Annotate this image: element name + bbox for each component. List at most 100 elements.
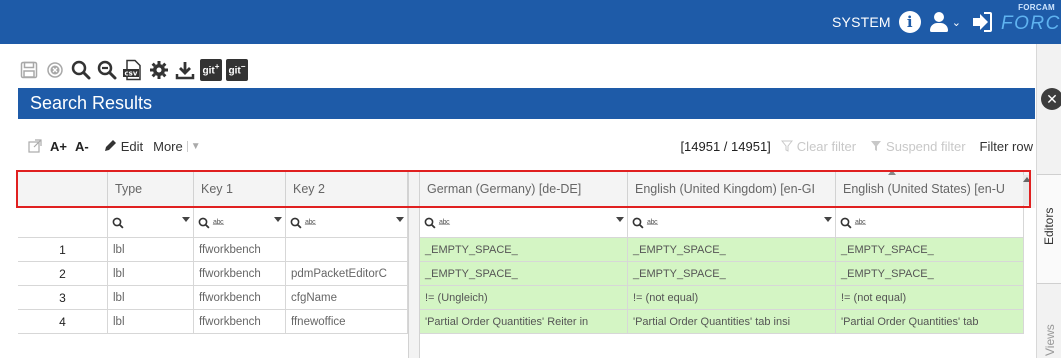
filter-cell-de[interactable]: a̲b̲c̲ bbox=[420, 208, 628, 238]
edit-button[interactable]: Edit bbox=[103, 139, 143, 154]
cell-en-gb[interactable]: _EMPTY_SPACE_ bbox=[628, 238, 836, 262]
download-icon[interactable] bbox=[172, 57, 198, 83]
cell-key1[interactable]: ffworkbench bbox=[194, 238, 286, 262]
cell-type[interactable]: lbl bbox=[108, 310, 194, 334]
results-grid: Type Key 1 Key 2 German (Germany) [de-DE… bbox=[18, 170, 1035, 358]
cell-key2[interactable]: ffnewoffice bbox=[286, 310, 408, 334]
search-results-header: Search Results bbox=[18, 88, 1035, 119]
chevron-down-icon[interactable]: ⌄ bbox=[952, 16, 961, 29]
search-icon bbox=[424, 217, 436, 229]
column-header-row-number[interactable] bbox=[18, 170, 108, 208]
cell-de[interactable]: 'Partial Order Quantities' Reiter in bbox=[420, 310, 628, 334]
column-header-de[interactable]: German (Germany) [de-DE] bbox=[420, 170, 628, 208]
cell-key1[interactable]: ffworkbench bbox=[194, 286, 286, 310]
cell-type[interactable]: lbl bbox=[108, 262, 194, 286]
filter-cell-type[interactable] bbox=[108, 208, 194, 238]
git-icon[interactable]: git− bbox=[224, 57, 250, 83]
filter-icon bbox=[871, 141, 882, 151]
cell-type[interactable]: lbl bbox=[108, 286, 194, 310]
cell-key2[interactable] bbox=[286, 238, 408, 262]
filter-cell-empty bbox=[18, 208, 108, 238]
search-minus-icon[interactable] bbox=[94, 57, 120, 83]
chevron-down-icon[interactable] bbox=[182, 217, 190, 222]
table-row[interactable]: 3 lbl ffworkbench cfgName != (Ungleich) … bbox=[18, 286, 1035, 310]
search-icon[interactable] bbox=[68, 57, 94, 83]
table-row[interactable]: 1 lbl ffworkbench _EMPTY_SPACE_ _EMPTY_S… bbox=[18, 238, 1035, 262]
logo-main-text: FORCE bbox=[1001, 13, 1061, 34]
cell-de[interactable]: _EMPTY_SPACE_ bbox=[420, 238, 628, 262]
filter-row-toggle[interactable]: Filter row bbox=[980, 139, 1033, 154]
more-dropdown-icon[interactable]: ▼ bbox=[186, 140, 201, 152]
close-icon[interactable]: ✕ bbox=[1041, 88, 1061, 110]
search-icon bbox=[290, 217, 302, 229]
info-icon[interactable]: i bbox=[898, 11, 921, 33]
scroll-up-icon[interactable] bbox=[1023, 177, 1031, 182]
cell-en-us[interactable]: != (not equal) bbox=[836, 286, 1024, 310]
tab-editors-label: Editors bbox=[1042, 207, 1056, 245]
column-header-type[interactable]: Type bbox=[108, 170, 194, 208]
font-decrease-button[interactable]: A- bbox=[75, 139, 89, 154]
filter-cell-key2[interactable]: a̲b̲c̲ bbox=[286, 208, 408, 238]
suspend-filter-button[interactable]: Suspend filter bbox=[870, 139, 966, 154]
cell-key2[interactable]: pdmPacketEditorC bbox=[286, 262, 408, 286]
main-toolbar: csv git+ git− bbox=[16, 56, 250, 84]
git-label: git bbox=[228, 65, 241, 77]
git-add-icon[interactable]: git+ bbox=[198, 57, 224, 83]
tab-editors[interactable]: Editors bbox=[1037, 174, 1061, 284]
cell-en-us[interactable]: _EMPTY_SPACE_ bbox=[836, 262, 1024, 286]
row-number: 1 bbox=[18, 238, 108, 262]
chevron-down-icon[interactable] bbox=[616, 217, 624, 222]
text-filter-icon: a̲b̲c̲ bbox=[855, 218, 866, 226]
column-header-en-us[interactable]: English (United States) [en-U bbox=[836, 170, 1024, 208]
search-icon bbox=[198, 217, 210, 229]
cell-en-gb[interactable]: != (not equal) bbox=[628, 286, 836, 310]
column-header-en-gb[interactable]: English (United Kingdom) [en-GI bbox=[628, 170, 836, 208]
sign-out-icon[interactable] bbox=[971, 11, 993, 33]
user-area: SYSTEM i ⌄ FORCAM FORCE bbox=[832, 0, 1061, 44]
chevron-down-icon[interactable] bbox=[824, 217, 832, 222]
text-filter-icon: a̲b̲c̲ bbox=[305, 218, 316, 226]
filter-cell-en-gb[interactable]: a̲b̲c̲ bbox=[628, 208, 836, 238]
chevron-down-icon[interactable] bbox=[396, 217, 404, 222]
cell-de[interactable]: _EMPTY_SPACE_ bbox=[420, 262, 628, 286]
column-header-key1[interactable]: Key 1 bbox=[194, 170, 286, 208]
vertical-scrollbar[interactable] bbox=[1023, 175, 1031, 205]
column-header-key2[interactable]: Key 2 bbox=[286, 170, 408, 208]
user-name[interactable]: SYSTEM bbox=[832, 14, 891, 30]
search-icon bbox=[632, 217, 644, 229]
search-icon bbox=[112, 217, 124, 229]
font-increase-button[interactable]: A+ bbox=[50, 139, 67, 154]
filter-cell-key1[interactable]: a̲b̲c̲ bbox=[194, 208, 286, 238]
clear-filter-button[interactable]: Clear filter bbox=[780, 139, 856, 154]
right-sidebar: ✕ Editors Views bbox=[1036, 44, 1061, 358]
cell-de[interactable]: != (Ungleich) bbox=[420, 286, 628, 310]
grid-header-row: Type Key 1 Key 2 German (Germany) [de-DE… bbox=[18, 170, 1035, 208]
cell-en-us[interactable]: 'Partial Order Quantities' tab bbox=[836, 310, 1024, 334]
cell-type[interactable]: lbl bbox=[108, 238, 194, 262]
cell-en-gb[interactable]: _EMPTY_SPACE_ bbox=[628, 262, 836, 286]
cell-en-gb[interactable]: 'Partial Order Quantities' tab insi bbox=[628, 310, 836, 334]
action-bar: A+ A- Edit More ▼ [14951 / 14951] Clear … bbox=[18, 131, 1035, 161]
filter-cell-en-us[interactable]: a̲b̲c̲ bbox=[836, 208, 1024, 238]
chevron-down-icon[interactable] bbox=[274, 217, 282, 222]
cell-key2[interactable]: cfgName bbox=[286, 286, 408, 310]
table-row[interactable]: 2 lbl ffworkbench pdmPacketEditorC _EMPT… bbox=[18, 262, 1035, 286]
csv-export-icon[interactable]: csv bbox=[120, 57, 146, 83]
user-icon[interactable] bbox=[929, 11, 949, 33]
cell-key1[interactable]: ffworkbench bbox=[194, 310, 286, 334]
cell-key1[interactable]: ffworkbench bbox=[194, 262, 286, 286]
table-row[interactable]: 4 lbl ffworkbench ffnewoffice 'Partial O… bbox=[18, 310, 1035, 334]
external-link-icon[interactable] bbox=[28, 139, 42, 153]
forcam-force-logo: FORCAM FORCE bbox=[999, 0, 1061, 44]
cell-en-us[interactable]: _EMPTY_SPACE_ bbox=[836, 238, 1024, 262]
row-number: 3 bbox=[18, 286, 108, 310]
settings-icon[interactable] bbox=[146, 57, 172, 83]
cancel-icon[interactable] bbox=[42, 57, 68, 83]
more-button[interactable]: More bbox=[153, 139, 183, 154]
sort-indicator-icon bbox=[888, 170, 896, 175]
grid-filter-row: a̲b̲c̲ a̲b̲c̲ a̲b̲c̲ a̲b̲c̲ a̲b̲c̲ bbox=[18, 208, 1035, 238]
save-icon[interactable] bbox=[16, 57, 42, 83]
frozen-column-splitter[interactable] bbox=[408, 170, 420, 358]
app-window: SYSTEM i ⌄ FORCAM FORCE csv bbox=[0, 0, 1061, 358]
filter-icon bbox=[780, 140, 793, 152]
